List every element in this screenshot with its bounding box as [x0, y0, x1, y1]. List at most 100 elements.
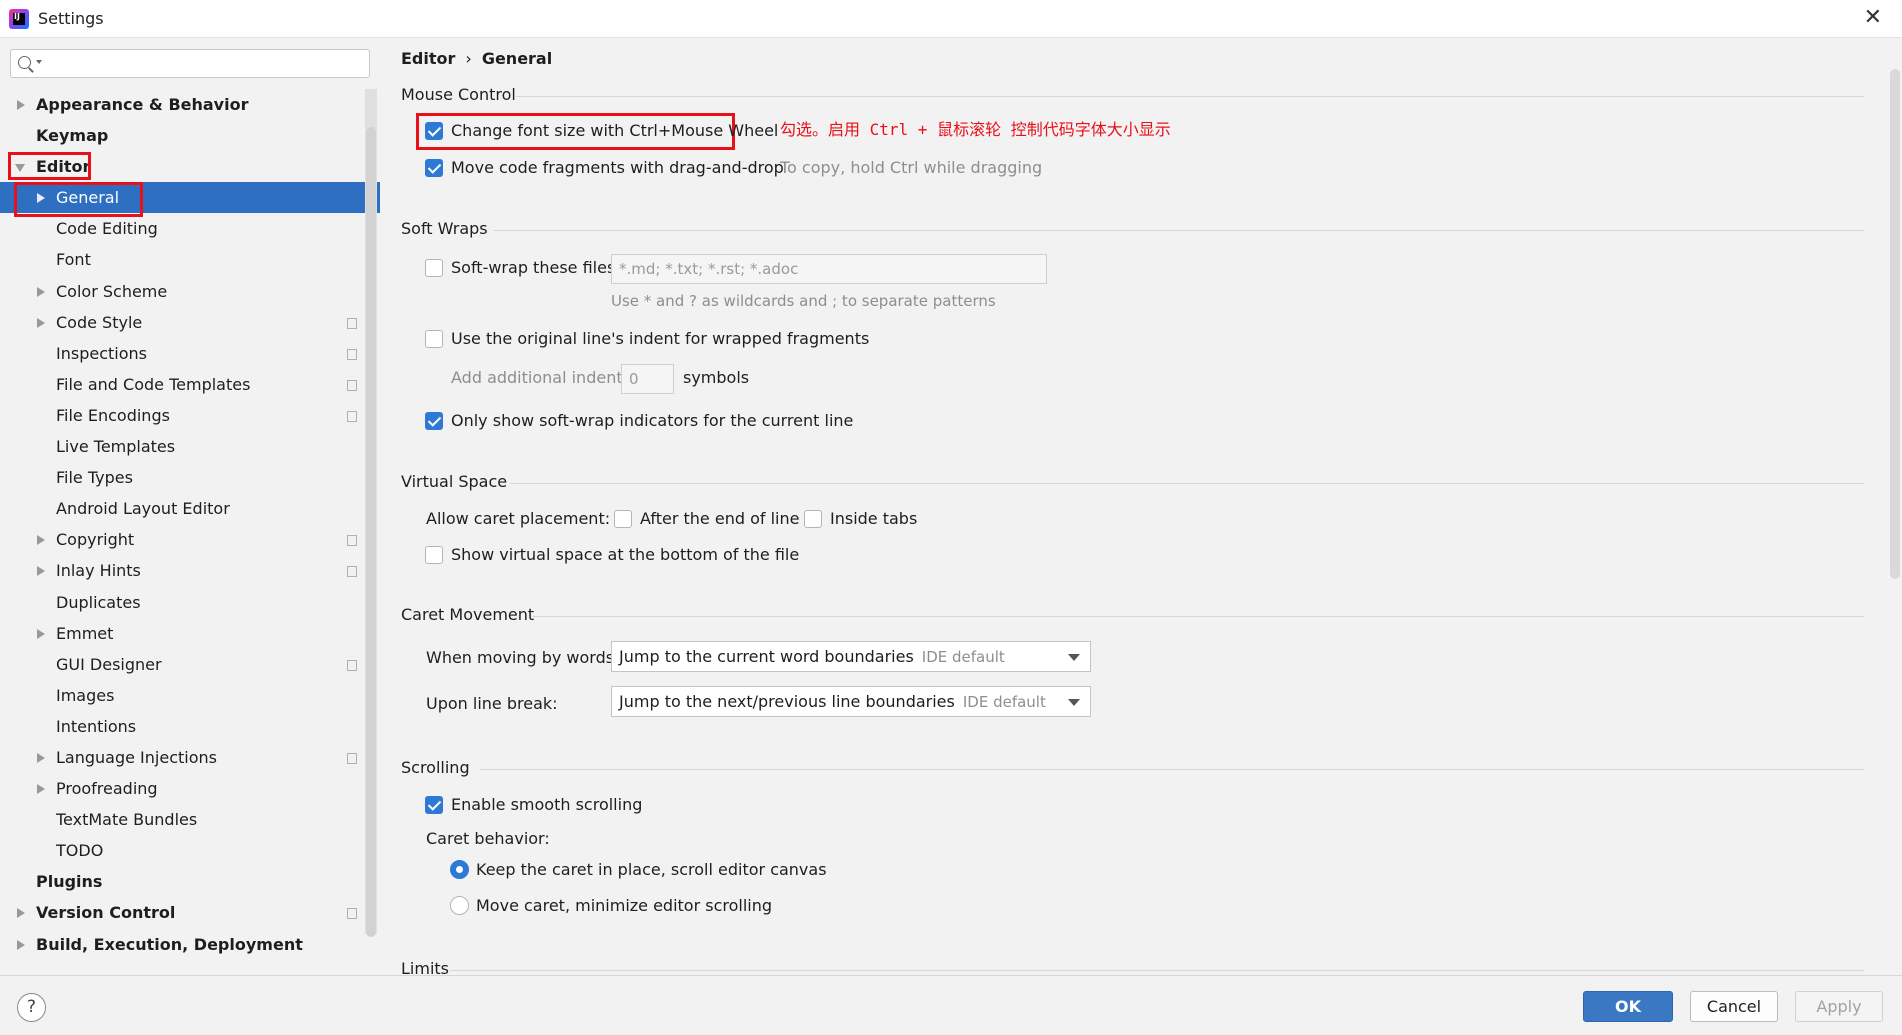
section-divider — [510, 483, 1864, 484]
expand-arrow-icon[interactable] — [17, 939, 25, 950]
content-scrollbar-thumb[interactable] — [1890, 69, 1900, 579]
section-divider — [450, 970, 1864, 971]
sidebar-item-label: Keymap — [36, 126, 109, 146]
expand-arrow-icon[interactable] — [37, 784, 45, 795]
move-caret-label: Move caret, minimize editor scrolling — [476, 896, 773, 915]
expand-arrow-icon[interactable] — [37, 752, 45, 763]
sidebar-item-copyright[interactable]: Copyright — [0, 524, 380, 555]
expand-arrow-icon[interactable] — [37, 286, 45, 297]
title-bar: Settings ✕ — [0, 0, 1902, 38]
keep-caret-radio[interactable] — [450, 860, 469, 879]
sidebar-item-label: File Encodings — [56, 405, 170, 425]
sidebar-item-label: Color Scheme — [56, 281, 168, 301]
sidebar-item-version-control[interactable]: Version Control — [0, 897, 380, 928]
sidebar-scrollbar[interactable] — [365, 89, 377, 937]
additional-indent-label: Add additional indent: — [451, 368, 628, 387]
sidebar-item-editor[interactable]: Editor — [0, 151, 380, 182]
sidebar-item-keymap[interactable]: Keymap — [0, 120, 380, 151]
help-button[interactable]: ? — [17, 993, 46, 1022]
ok-button[interactable]: OK — [1583, 991, 1673, 1022]
section-divider — [516, 96, 1864, 97]
search-icon — [18, 56, 31, 69]
moving-by-words-dropdown[interactable]: Jump to the current word boundaries IDE d… — [611, 641, 1091, 672]
sidebar-item-label: Copyright — [56, 530, 135, 550]
move-caret-radio[interactable] — [450, 896, 469, 915]
sidebar-item-inlay-hints[interactable]: Inlay Hints — [0, 555, 380, 586]
expand-arrow-icon[interactable] — [37, 535, 45, 546]
expand-arrow-icon[interactable] — [17, 908, 25, 919]
sidebar-item-label: Proofreading — [56, 779, 158, 799]
soft-wrap-patterns-field[interactable]: *.md; *.txt; *.rst; *.adoc — [611, 254, 1047, 284]
sidebar-item-label: Version Control — [36, 903, 176, 923]
sidebar-scrollbar-thumb[interactable] — [366, 127, 376, 937]
collapse-arrow-icon[interactable] — [15, 164, 25, 173]
sidebar-item-label: GUI Designer — [56, 654, 162, 674]
sidebar-item-font[interactable]: Font — [0, 244, 380, 275]
sidebar-item-build-execution-deployment[interactable]: Build, Execution, Deployment — [0, 929, 380, 960]
sidebar-item-file-encodings[interactable]: File Encodings — [0, 400, 380, 431]
search-input[interactable] — [45, 52, 363, 75]
sidebar-item-intentions[interactable]: Intentions — [0, 711, 380, 742]
breadcrumb-separator: › — [465, 49, 472, 68]
sidebar-item-duplicates[interactable]: Duplicates — [0, 587, 380, 618]
sidebar-item-textmate-bundles[interactable]: TextMate Bundles — [0, 804, 380, 835]
expand-arrow-icon[interactable] — [17, 100, 25, 110]
line-break-dropdown[interactable]: Jump to the next/previous line boundarie… — [611, 686, 1091, 717]
settings-tree: Appearance & Behavior Keymap Editor General… — [0, 89, 380, 960]
section-virtual-space: Virtual Space — [401, 472, 508, 491]
sidebar-item-label: TODO — [56, 841, 104, 861]
apply-button[interactable]: Apply — [1795, 991, 1883, 1022]
expand-arrow-icon[interactable] — [37, 317, 45, 328]
sidebar-item-images[interactable]: Images — [0, 680, 380, 711]
sidebar-item-color-scheme[interactable]: Color Scheme — [0, 276, 380, 307]
sidebar-item-label: Live Templates — [56, 437, 176, 457]
sidebar-item-label: Code Editing — [56, 219, 158, 239]
only-show-indicators-label: Only show soft-wrap indicators for the c… — [451, 411, 854, 430]
sidebar-item-label: Intentions — [56, 716, 137, 736]
sidebar-item-inspections[interactable]: Inspections — [0, 338, 380, 369]
sidebar-item-code-style[interactable]: Code Style — [0, 307, 380, 338]
search-box[interactable] — [10, 49, 370, 78]
additional-indent-field[interactable]: 0 — [621, 364, 674, 394]
smooth-scrolling-checkbox[interactable] — [425, 796, 443, 814]
search-options-chevron-icon[interactable] — [36, 60, 42, 64]
line-break-hint: IDE default — [962, 693, 1046, 711]
chevron-down-icon — [1068, 699, 1080, 706]
sidebar-item-file-and-code-templates[interactable]: File and Code Templates — [0, 369, 380, 400]
sidebar-item-code-editing[interactable]: Code Editing — [0, 213, 380, 244]
show-virtual-space-checkbox[interactable] — [425, 546, 443, 564]
expand-arrow-icon[interactable] — [37, 193, 45, 204]
sidebar-item-gui-designer[interactable]: GUI Designer — [0, 649, 380, 680]
sidebar-item-label: Language Injections — [56, 747, 217, 767]
sidebar-item-language-injections[interactable]: Language Injections — [0, 742, 380, 773]
project-scope-icon — [344, 749, 357, 764]
after-end-of-line-checkbox[interactable] — [614, 510, 632, 528]
inside-tabs-label: Inside tabs — [830, 509, 918, 528]
move-code-checkbox[interactable] — [425, 159, 443, 177]
sidebar-item-label: Plugins — [36, 872, 103, 892]
section-scrolling: Scrolling — [401, 758, 470, 777]
sidebar-item-general[interactable]: General — [0, 182, 380, 214]
sidebar-item-file-types[interactable]: File Types — [0, 462, 380, 493]
sidebar-item-todo[interactable]: TODO — [0, 835, 380, 866]
only-show-indicators-checkbox[interactable] — [425, 412, 443, 430]
sidebar-item-android-layout-editor[interactable]: Android Layout Editor — [0, 493, 380, 524]
sidebar-item-emmet[interactable]: Emmet — [0, 618, 380, 649]
change-font-size-checkbox[interactable] — [425, 122, 443, 140]
cancel-button[interactable]: Cancel — [1690, 991, 1778, 1022]
section-mouse-control: Mouse Control — [401, 85, 516, 104]
expand-arrow-icon[interactable] — [37, 628, 45, 639]
soft-wrap-files-checkbox[interactable] — [425, 259, 443, 277]
moving-by-words-value: Jump to the current word boundaries — [619, 647, 914, 666]
expand-arrow-icon[interactable] — [37, 566, 45, 577]
sidebar-item-proofreading[interactable]: Proofreading — [0, 773, 380, 804]
sidebar-item-plugins[interactable]: Plugins — [0, 866, 380, 897]
breadcrumb-editor[interactable]: Editor — [401, 49, 455, 68]
sidebar-item-label: Inlay Hints — [56, 561, 141, 581]
sidebar-item-live-templates[interactable]: Live Templates — [0, 431, 380, 462]
intellij-app-icon — [9, 9, 29, 29]
close-icon[interactable]: ✕ — [1864, 5, 1882, 31]
sidebar-item-appearance-behavior[interactable]: Appearance & Behavior — [0, 89, 380, 120]
inside-tabs-checkbox[interactable] — [804, 510, 822, 528]
original-indent-checkbox[interactable] — [425, 330, 443, 348]
